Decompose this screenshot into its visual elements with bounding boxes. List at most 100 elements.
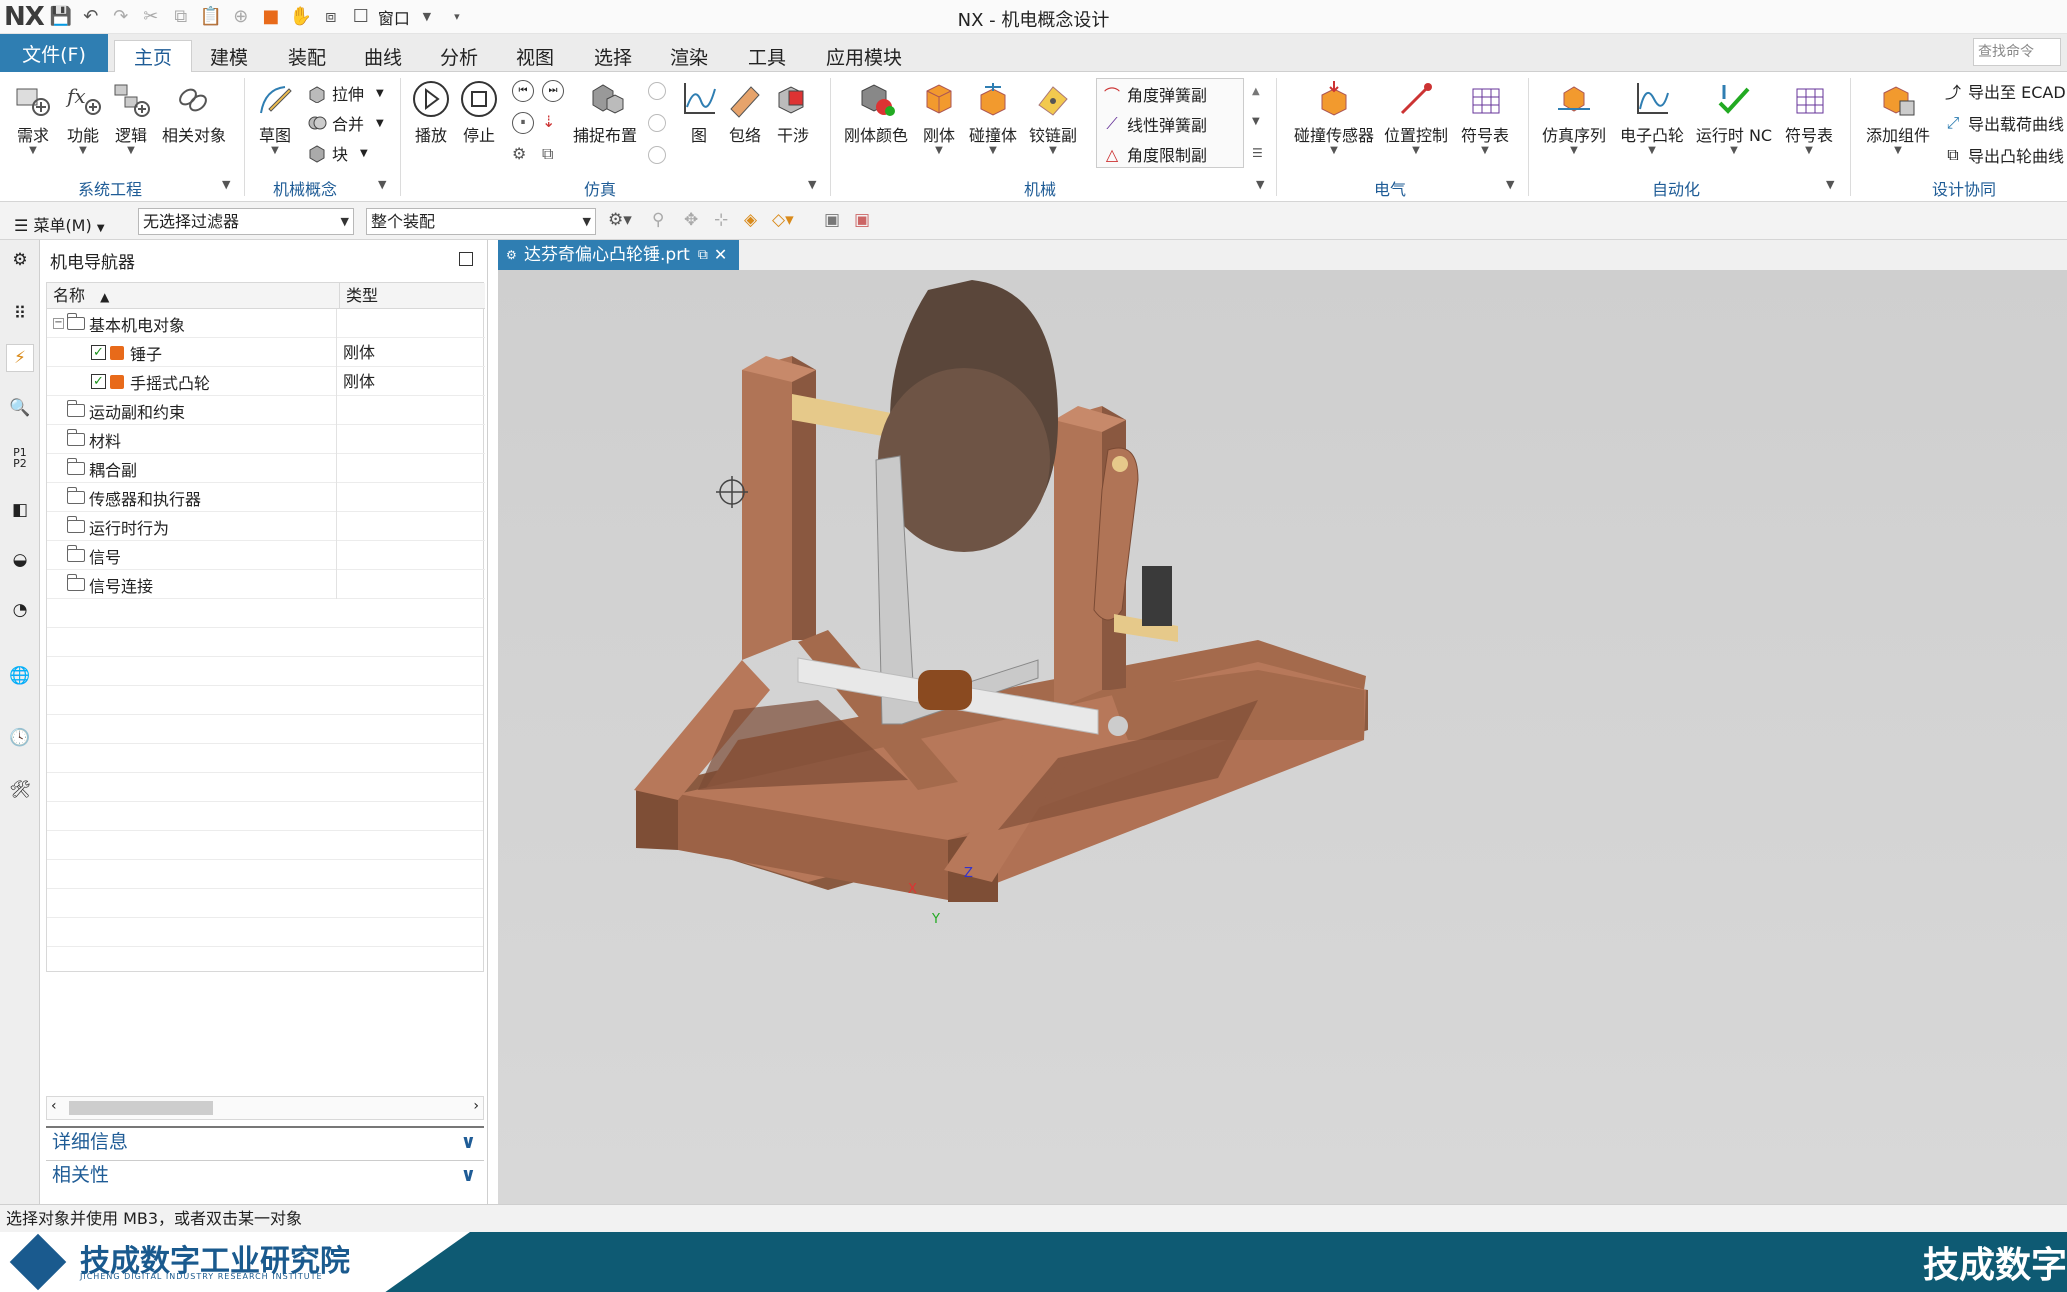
runtime-inspector-icon[interactable]: 🔍: [6, 394, 34, 422]
group-menu-automation-icon[interactable]: ▼: [1826, 178, 1834, 191]
command-search-input[interactable]: 查找命令: [1973, 38, 2061, 66]
extrude-button[interactable]: 拉伸 ▼: [306, 80, 384, 106]
unite-button[interactable]: 合并 ▼: [306, 110, 384, 136]
angular-limit-button[interactable]: △ 角度限制副: [1101, 141, 1207, 167]
close-icon[interactable]: ✕: [714, 240, 727, 270]
symbol-table-elec-button[interactable]: 符号表 ▼: [1452, 72, 1518, 156]
checkbox-checked-icon[interactable]: ✓: [91, 345, 106, 360]
sim-option-2-icon[interactable]: [648, 114, 666, 132]
filter-settings-icon[interactable]: ⚙▾: [608, 210, 632, 230]
block-button[interactable]: 块 ▼: [306, 140, 368, 166]
snap-layout-button[interactable]: 捕捉布置: [568, 72, 642, 146]
scrollbar-thumb[interactable]: [69, 1101, 213, 1115]
select-component-icon[interactable]: ◇▾: [772, 210, 794, 230]
tab-select[interactable]: 选择: [580, 40, 646, 72]
rigid-body-quick-icon[interactable]: ■: [258, 4, 284, 30]
export-cam-curve-button[interactable]: ⧉ 导出凸轮曲线: [1942, 142, 2064, 168]
reuse-library-icon[interactable]: ◒: [6, 546, 34, 574]
runtime-chart-icon[interactable]: ◔: [6, 596, 34, 624]
gallery-up-icon[interactable]: ▲: [1252, 86, 1260, 97]
mechatronics-navigator-icon[interactable]: ⚡: [6, 344, 34, 372]
maximize-icon[interactable]: [459, 252, 473, 266]
tab-render[interactable]: 渲染: [656, 40, 722, 72]
tab-tools[interactable]: 工具: [734, 40, 800, 72]
rigid-body-color-button[interactable]: 刚体颜色: [836, 72, 916, 146]
export-ecad-button[interactable]: ⤴ 导出至 ECAD: [1942, 78, 2066, 104]
type-filter-select[interactable]: 无选择过滤器 ▼: [138, 208, 354, 235]
tree-row[interactable]: 传感器和执行器: [47, 483, 485, 512]
snap-target-icon[interactable]: ⊹: [714, 210, 728, 230]
tab-view[interactable]: 视图: [502, 40, 568, 72]
hinge-joint-button[interactable]: 铰链副 ▼: [1020, 72, 1086, 156]
column-header-type[interactable]: 类型: [339, 283, 485, 309]
relations-section[interactable]: 相关性 ∨: [46, 1160, 484, 1190]
tree-row[interactable]: 信号连接: [47, 570, 485, 599]
sim-option-1-icon[interactable]: [648, 82, 666, 100]
cut-icon[interactable]: ✂: [138, 4, 164, 30]
window-icon[interactable]: ☐: [348, 4, 374, 30]
scroll-right-icon[interactable]: ›: [473, 1098, 479, 1114]
trace-icon[interactable]: ⇣: [542, 112, 564, 134]
export-load-curve-button[interactable]: ⤢ 导出载荷曲线: [1942, 110, 2064, 136]
tree-row[interactable]: 信号: [47, 541, 485, 570]
tree-row[interactable]: ✓ 锤子 刚体: [47, 338, 485, 367]
snapshot-icon[interactable]: ⚙: [512, 144, 534, 166]
group-menu-electrical-icon[interactable]: ▼: [1506, 178, 1514, 191]
copy-icon[interactable]: ⧉: [168, 4, 194, 30]
tree-row[interactable]: − 基本机电对象: [47, 309, 485, 338]
tab-applications[interactable]: 应用模块: [812, 40, 916, 72]
history-icon[interactable]: 🕓: [6, 724, 34, 752]
tree-row[interactable]: 运动副和约束: [47, 396, 485, 425]
sim-option-3-icon[interactable]: [648, 146, 666, 164]
group-menu-concept-icon[interactable]: ▼: [378, 178, 386, 191]
graphics-viewport[interactable]: X Y Z: [413, 270, 2067, 1204]
gallery-more-icon[interactable]: ☰: [1252, 146, 1263, 160]
tree-row[interactable]: 耦合副: [47, 454, 485, 483]
collision-sensor-button[interactable]: 碰撞传感器 ▼: [1290, 72, 1378, 156]
scroll-left-icon[interactable]: ‹: [51, 1098, 57, 1114]
tree-row[interactable]: 运行时行为: [47, 512, 485, 541]
save-icon[interactable]: 💾: [48, 4, 74, 30]
tab-analysis[interactable]: 分析: [426, 40, 492, 72]
copy-state-icon[interactable]: ⧉: [542, 144, 564, 166]
rewind-start-icon[interactable]: ⏮: [512, 80, 534, 102]
group-menu-mechanical-icon[interactable]: ▼: [1256, 178, 1264, 191]
electronic-cam-button[interactable]: 电子凸轮 ▼: [1612, 72, 1692, 156]
web-browser-icon[interactable]: 🌐: [6, 662, 34, 690]
tree-row[interactable]: ✓ 手摇式凸轮 刚体: [47, 367, 485, 396]
select-body-icon[interactable]: ◈: [744, 210, 757, 230]
view-box-icon[interactable]: ▣: [824, 210, 840, 230]
position-control-button[interactable]: 位置控制 ▼: [1374, 72, 1458, 156]
tree-row[interactable]: 材料: [47, 425, 485, 454]
group-menu-simulation-icon[interactable]: ▼: [808, 178, 816, 191]
gallery-down-icon[interactable]: ▼: [1252, 116, 1260, 127]
tab-curve[interactable]: 曲线: [350, 40, 416, 72]
sketch-button[interactable]: 草图 ▼: [246, 72, 304, 156]
collapse-icon[interactable]: −: [53, 318, 64, 329]
roles-icon[interactable]: 🛠: [6, 776, 34, 804]
details-section[interactable]: 详细信息 ∨: [46, 1126, 484, 1156]
step-forward-icon[interactable]: ⏭: [542, 80, 564, 102]
runtime-nc-button[interactable]: 运行时 NC ▼: [1690, 72, 1778, 156]
undo-icon[interactable]: ↶: [78, 4, 104, 30]
view-assembly-icon[interactable]: ▣: [854, 210, 870, 230]
checkbox-checked-icon[interactable]: ✓: [91, 374, 106, 389]
undock-icon[interactable]: ⧉: [698, 240, 708, 270]
tab-assembly[interactable]: 装配: [274, 40, 340, 72]
horizontal-scrollbar[interactable]: ‹ ›: [46, 1096, 484, 1120]
assembly-navigator-icon[interactable]: ⠿: [6, 300, 34, 328]
sim-sequence-button[interactable]: 仿真序列 ▼: [1534, 72, 1614, 156]
touch-mode-icon[interactable]: ✋: [288, 4, 314, 30]
repeat-command-icon[interactable]: ⊕: [228, 4, 254, 30]
customize-quick-access-icon[interactable]: ▾: [444, 4, 470, 30]
pause-icon[interactable]: ⏸: [512, 112, 534, 134]
stop-button[interactable]: 停止: [448, 72, 510, 146]
column-header-name[interactable]: 名称 ▲: [47, 283, 339, 309]
funnel-icon[interactable]: ⚲: [652, 210, 664, 230]
menu-button[interactable]: ☰ 菜单(M) ▼: [14, 212, 105, 236]
interference-button[interactable]: 干涉: [762, 72, 824, 146]
window-dropdown-icon[interactable]: ▼: [414, 4, 440, 30]
tab-modeling[interactable]: 建模: [196, 40, 262, 72]
switch-window-icon[interactable]: ⧈: [318, 4, 344, 30]
resource-settings-icon[interactable]: ⚙: [6, 246, 34, 274]
